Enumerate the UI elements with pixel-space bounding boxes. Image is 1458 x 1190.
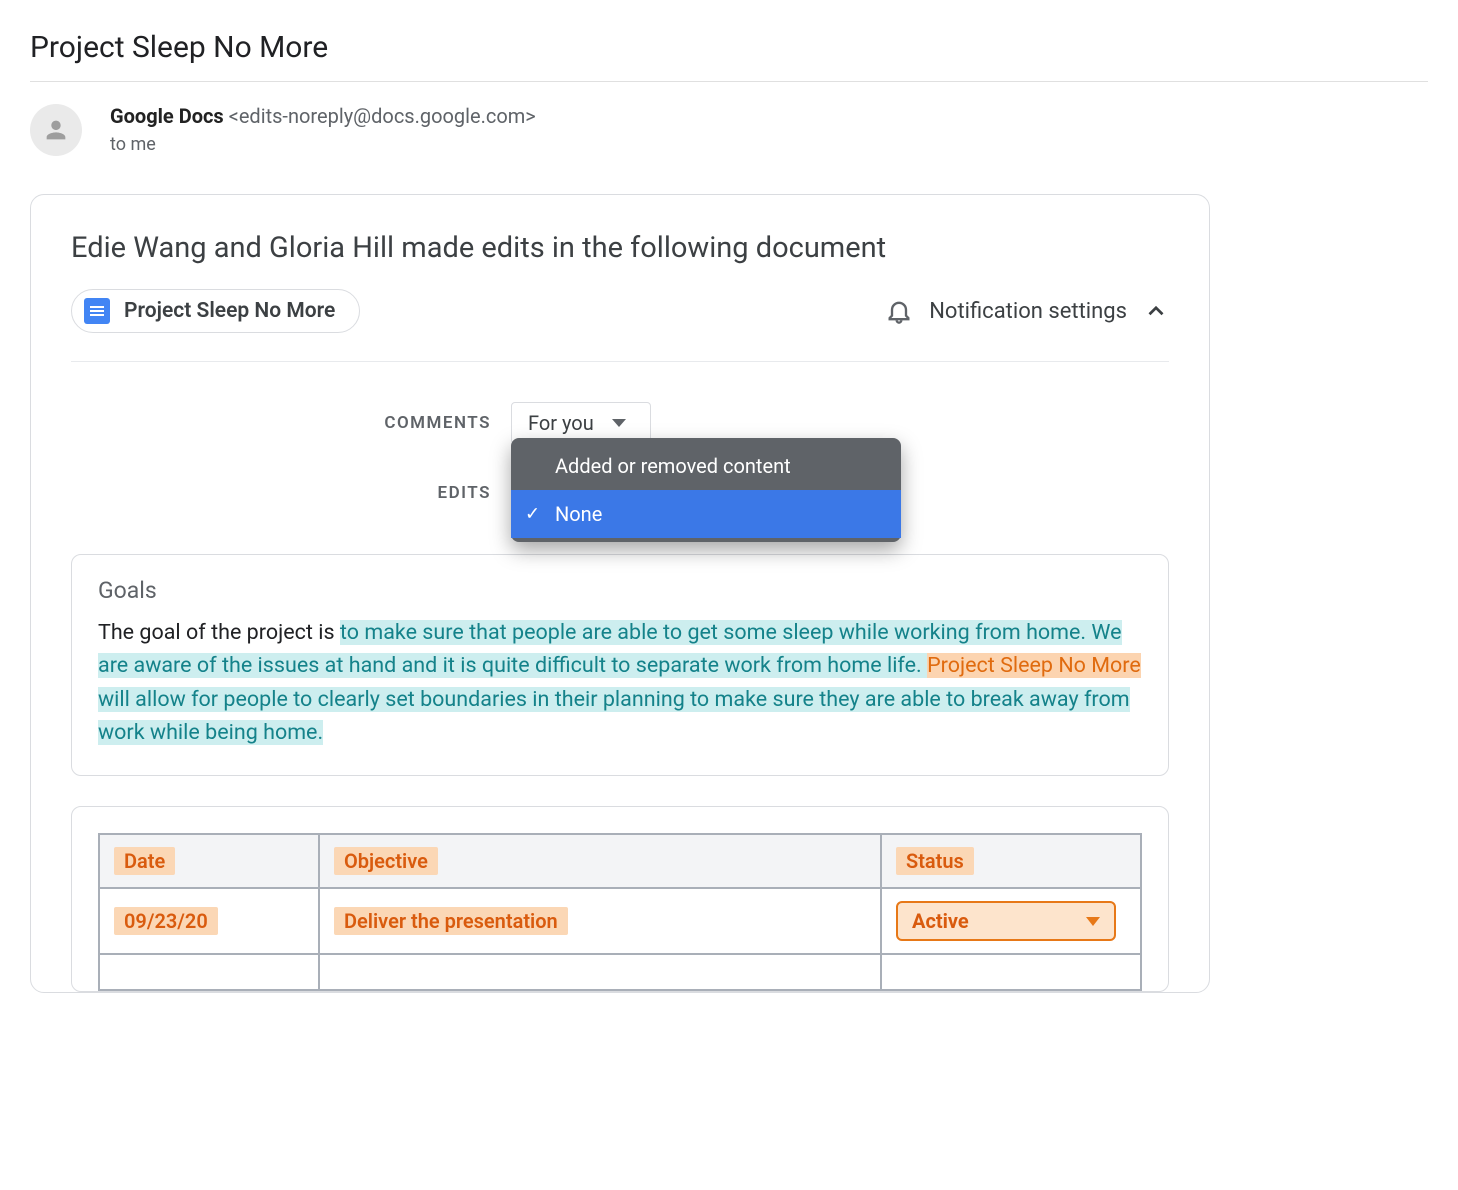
chevron-up-icon [1143, 298, 1169, 324]
dropdown-option-none[interactable]: ✓ None [511, 490, 901, 538]
edit-headline: Edie Wang and Gloria Hill made edits in … [71, 231, 1169, 265]
check-icon: ✓ [525, 504, 540, 525]
col-header-objective: Objective [334, 847, 438, 875]
table-header-row: Date Objective Status [99, 834, 1141, 888]
table-row [99, 954, 1141, 990]
email-header: Google Docs <edits-noreply@docs.google.c… [30, 82, 1428, 164]
status-value: Active [912, 909, 969, 933]
table-row: 09/23/20 Deliver the presentation Active [99, 888, 1141, 954]
goals-prefix: The goal of the project is [98, 620, 340, 645]
document-chip[interactable]: Project Sleep No More [71, 289, 360, 333]
person-icon [42, 116, 70, 144]
col-header-status: Status [896, 847, 974, 875]
goals-highlight-2: will allow for people to clearly set bou… [98, 687, 1130, 745]
from-name: Google Docs [110, 104, 224, 128]
edits-dropdown-menu: Added or removed content ✓ None [511, 438, 901, 542]
status-dropdown[interactable]: Active [896, 901, 1116, 941]
notification-settings-label: Notification settings [929, 299, 1127, 324]
preview-goals-text: The goal of the project is to make sure … [98, 616, 1142, 749]
filter-controls: COMMENTS For you EDITS Added or removed … [71, 362, 1169, 554]
preview-section-title: Goals [98, 577, 1142, 604]
dropdown-option-added-removed[interactable]: Added or removed content [511, 442, 901, 490]
caret-down-icon [612, 419, 626, 427]
dropdown-option-none-label: None [555, 502, 602, 526]
comments-select-value: For you [528, 411, 594, 435]
edits-label: EDITS [371, 483, 491, 503]
goals-highlight-orange: Project Sleep No More [927, 653, 1141, 678]
caret-down-icon [1086, 917, 1100, 926]
email-body-card: Edie Wang and Gloria Hill made edits in … [30, 194, 1210, 993]
col-header-date: Date [114, 847, 175, 875]
bell-icon [885, 297, 913, 325]
to-line[interactable]: to me [110, 128, 536, 155]
notification-settings-toggle[interactable]: Notification settings [885, 297, 1169, 325]
document-preview-goals: Goals The goal of the project is to make… [71, 554, 1169, 776]
email-subject: Project Sleep No More [30, 20, 1428, 82]
from-line: Google Docs <edits-noreply@docs.google.c… [110, 104, 536, 128]
cell-objective: Deliver the presentation [334, 907, 568, 935]
comments-label: COMMENTS [371, 413, 491, 433]
from-email: <edits-noreply@docs.google.com> [229, 104, 536, 128]
cell-date: 09/23/20 [114, 907, 218, 935]
project-table: Date Objective Status 09/23/20 Deliver t… [98, 833, 1142, 991]
docs-icon [84, 298, 110, 324]
document-chip-label: Project Sleep No More [124, 299, 335, 323]
document-preview-table: Date Objective Status 09/23/20 Deliver t… [71, 806, 1169, 992]
sender-avatar [30, 104, 82, 156]
